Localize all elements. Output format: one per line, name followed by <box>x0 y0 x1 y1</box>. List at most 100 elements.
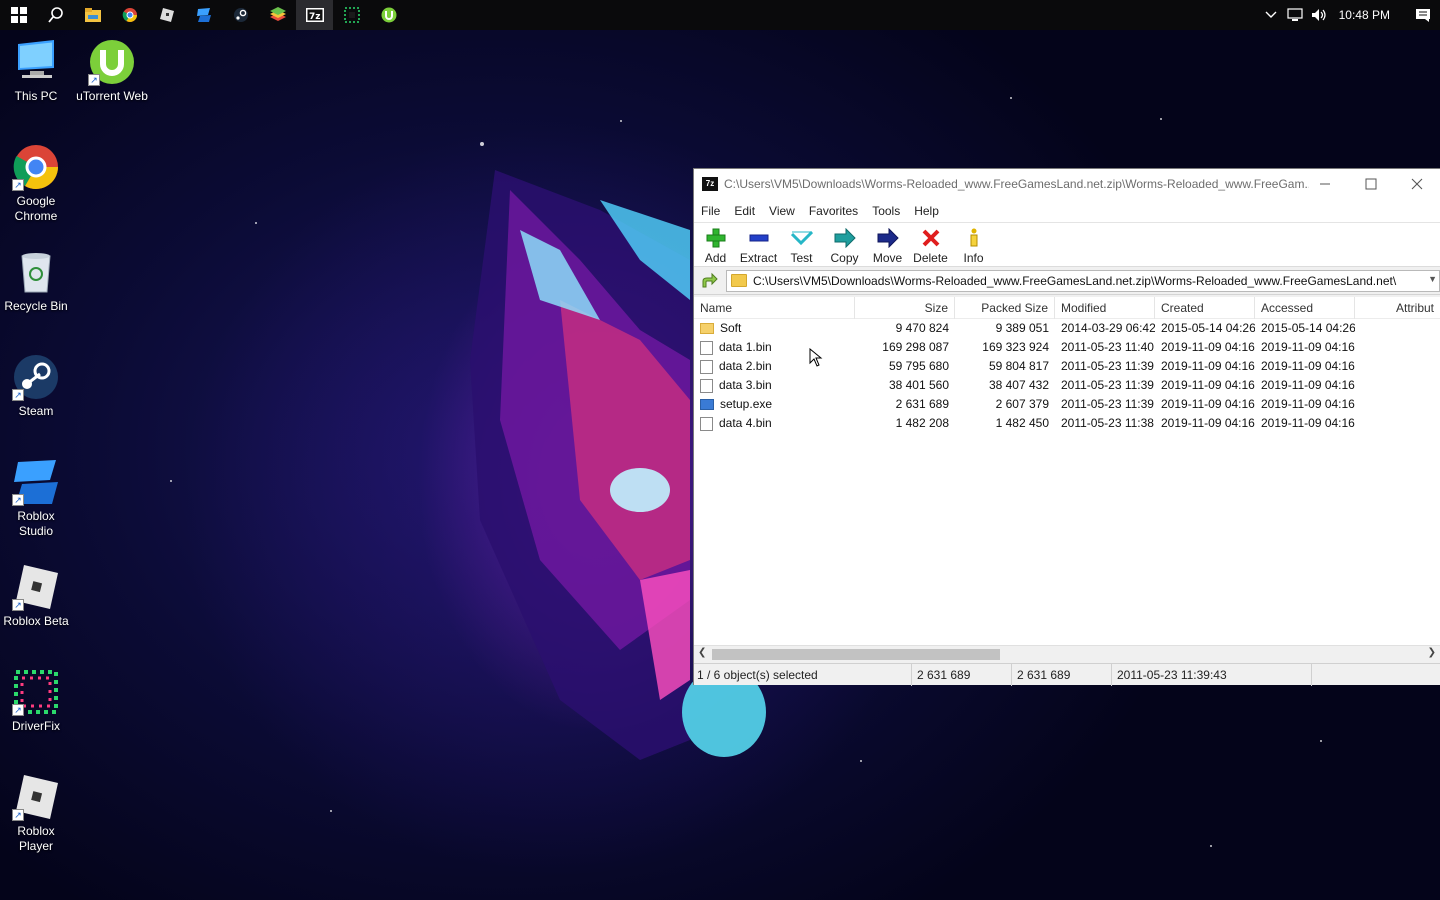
utorrent-icon[interactable] <box>370 0 407 30</box>
move-arrow-icon <box>877 228 899 248</box>
file-name: data 2.bin <box>719 359 772 373</box>
table-row[interactable]: data 2.bin 59 795 680 59 804 817 2011-05… <box>694 357 1440 376</box>
table-row[interactable]: data 1.bin 169 298 087 169 323 924 2011-… <box>694 338 1440 357</box>
add-label: Add <box>704 251 727 265</box>
status-selection: 1 / 6 object(s) selected <box>694 663 912 686</box>
info-button[interactable]: Info <box>952 223 995 267</box>
up-folder-button[interactable] <box>698 270 720 292</box>
desktop-icon-roblox-beta[interactable]: ↗ Roblox Beta <box>0 563 72 629</box>
toolbar: Add Extract Test Copy Move Delete Info <box>694 223 1440 267</box>
desktop-icon-this-pc[interactable]: This PC <box>0 38 72 104</box>
file-icon <box>700 359 713 374</box>
desktop-icon-roblox-player[interactable]: ↗ Roblox Player <box>0 773 72 854</box>
steam-icon: ↗ <box>12 353 60 401</box>
7zip-window: 7z C:\Users\VM5\Downloads\Worms-Reloaded… <box>693 168 1440 686</box>
shortcut-arrow-icon: ↗ <box>88 74 100 86</box>
menu-file[interactable]: File <box>694 204 727 218</box>
menu-help[interactable]: Help <box>907 204 946 218</box>
file-modified: 2011-05-23 11:39 <box>1061 359 1154 373</box>
driverfix-icon[interactable] <box>333 0 370 30</box>
bluestacks-icon[interactable] <box>259 0 296 30</box>
desktop-icon-label: Roblox Beta <box>3 614 69 628</box>
volume-icon[interactable] <box>1307 0 1331 30</box>
column-header-created[interactable]: Created <box>1155 297 1255 319</box>
svg-text:7z: 7z <box>309 12 321 22</box>
table-row[interactable]: data 3.bin 38 401 560 38 407 432 2011-05… <box>694 376 1440 395</box>
scroll-left-icon[interactable]: ❮ <box>698 647 706 658</box>
roblox-icon: ↗ <box>12 773 60 821</box>
column-header-packed-size[interactable]: Packed Size <box>955 297 1055 319</box>
delete-button[interactable]: Delete <box>909 223 952 267</box>
desktop-icon-utorrent-web[interactable]: ↗ uTorrent Web <box>76 38 148 104</box>
file-created: 2019-11-09 04:16 <box>1161 340 1255 354</box>
chevron-down-icon[interactable]: ▼ <box>1428 274 1437 284</box>
menu-view[interactable]: View <box>762 204 802 218</box>
file-modified: 2011-05-23 11:38 <box>1061 416 1154 430</box>
list-header: Name Size Packed Size Modified Created A… <box>694 297 1440 319</box>
column-header-modified[interactable]: Modified <box>1055 297 1155 319</box>
table-row[interactable]: Soft 9 470 824 9 389 051 2014-03-29 06:4… <box>694 319 1440 338</box>
chevron-up-icon[interactable] <box>1259 0 1283 30</box>
path-input[interactable]: C:\Users\VM5\Downloads\Worms-Reloaded_ww… <box>726 269 1440 292</box>
minimize-button[interactable] <box>1302 169 1348 199</box>
copy-button[interactable]: Copy <box>823 223 866 267</box>
column-header-accessed[interactable]: Accessed <box>1255 297 1355 319</box>
scrollbar-thumb[interactable] <box>712 649 1000 660</box>
file-created: 2015-05-14 04:26 <box>1161 321 1255 335</box>
roblox-icon[interactable] <box>148 0 185 30</box>
move-label: Move <box>872 251 903 265</box>
move-button[interactable]: Move <box>866 223 909 267</box>
column-header-size[interactable]: Size <box>855 297 955 319</box>
file-accessed: 2019-11-09 04:16 <box>1261 340 1355 354</box>
table-row[interactable]: setup.exe 2 631 689 2 607 379 2011-05-23… <box>694 395 1440 414</box>
file-packed-size: 59 804 817 <box>988 359 1049 373</box>
chrome-icon[interactable] <box>111 0 148 30</box>
7zip-icon[interactable]: 7z <box>296 0 333 30</box>
file-explorer-icon[interactable] <box>74 0 111 30</box>
title-bar[interactable]: 7z C:\Users\VM5\Downloads\Worms-Reloaded… <box>694 169 1440 199</box>
extract-button[interactable]: Extract <box>737 223 780 267</box>
column-header-name[interactable]: Name <box>694 297 855 319</box>
menu-tools[interactable]: Tools <box>865 204 907 218</box>
recycle-bin-icon <box>12 248 60 296</box>
address-bar: C:\Users\VM5\Downloads\Worms-Reloaded_ww… <box>694 267 1440 295</box>
notification-icon[interactable] <box>1406 0 1440 30</box>
file-name: setup.exe <box>720 397 773 411</box>
desktop-icon-driverfix[interactable]: ↗ DriverFix <box>0 668 72 734</box>
maximize-icon <box>1365 178 1377 190</box>
desktop-icon-label: This PC <box>14 89 58 103</box>
maximize-button[interactable] <box>1348 169 1394 199</box>
scroll-right-icon[interactable]: ❯ <box>1428 647 1436 658</box>
file-accessed: 2019-11-09 04:16 <box>1261 359 1355 373</box>
steam-icon[interactable] <box>222 0 259 30</box>
table-row[interactable]: data 4.bin 1 482 208 1 482 450 2011-05-2… <box>694 414 1440 433</box>
7zip-app-icon[interactable]: 7z <box>702 177 718 191</box>
file-created: 2019-11-09 04:16 <box>1161 416 1255 430</box>
status-bar: 1 / 6 object(s) selected 2 631 689 2 631… <box>694 663 1440 686</box>
close-button[interactable] <box>1394 169 1440 199</box>
desktop-icon-roblox-studio[interactable]: ↗ Roblox Studio <box>0 458 72 539</box>
menu-edit[interactable]: Edit <box>727 204 762 218</box>
menu-favorites[interactable]: Favorites <box>802 204 865 218</box>
file-list: Name Size Packed Size Modified Created A… <box>694 297 1440 645</box>
search-icon[interactable] <box>37 0 74 30</box>
test-button[interactable]: Test <box>780 223 823 267</box>
horizontal-scrollbar[interactable]: ❮ ❯ <box>694 645 1440 662</box>
file-modified: 2011-05-23 11:39 <box>1061 397 1154 411</box>
info-icon <box>963 228 985 248</box>
roblox-studio-icon[interactable] <box>185 0 222 30</box>
desktop-icon-steam[interactable]: ↗ Steam <box>0 353 72 419</box>
desktop-icon-recycle-bin[interactable]: Recycle Bin <box>0 248 72 314</box>
clock[interactable]: 10:48 PM <box>1331 8 1406 22</box>
add-button[interactable]: Add <box>694 223 737 267</box>
info-label: Info <box>963 251 984 265</box>
window-controls <box>1302 169 1440 199</box>
column-header-attributes[interactable]: Attribut <box>1355 297 1440 319</box>
windows-start-icon[interactable] <box>0 0 37 30</box>
network-icon[interactable] <box>1283 0 1307 30</box>
file-name: data 4.bin <box>719 416 772 430</box>
desktop-icon-google-chrome[interactable]: ↗ Google Chrome <box>0 143 72 224</box>
chrome-icon: ↗ <box>12 143 60 191</box>
file-packed-size: 1 482 450 <box>995 416 1049 430</box>
file-name-cell: setup.exe <box>694 395 855 414</box>
